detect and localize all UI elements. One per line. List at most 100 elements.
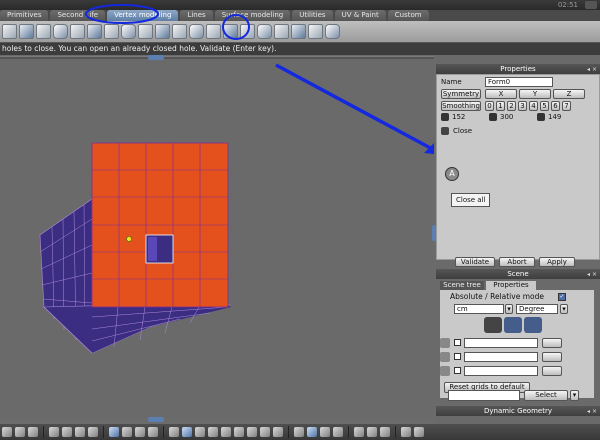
3d-viewport[interactable]: [0, 55, 437, 422]
zoom-extents-icon[interactable]: [49, 427, 59, 437]
axis-x-button[interactable]: X: [485, 89, 517, 99]
grid-view-icon[interactable]: [2, 427, 12, 437]
render-texture-icon[interactable]: [260, 427, 270, 437]
cube-tool-icon[interactable]: [2, 24, 17, 39]
smoothing-level-3[interactable]: 3: [518, 101, 527, 111]
close-hole-tool-icon[interactable]: [223, 24, 238, 39]
bend-tool-icon[interactable]: [274, 24, 289, 39]
smoothing-level-0[interactable]: 0: [485, 101, 494, 111]
select-dropdown-icon[interactable]: ▾: [570, 390, 579, 401]
group-icon[interactable]: [367, 427, 377, 437]
smoothing-level-5[interactable]: 5: [540, 101, 549, 111]
smoothing-level-1[interactable]: 1: [496, 101, 505, 111]
stitch-tool-icon[interactable]: [155, 24, 170, 39]
bevel-tool-icon[interactable]: [36, 24, 51, 39]
snap-face-icon[interactable]: [208, 427, 218, 437]
unit-dropdown-icon[interactable]: ▾: [505, 304, 513, 314]
render-flat-icon[interactable]: [221, 427, 231, 437]
axis-z-button[interactable]: Z: [553, 89, 585, 99]
align-tool-icon[interactable]: [257, 24, 272, 39]
axis-toggle-icon[interactable]: [524, 317, 542, 333]
slice-tool-icon[interactable]: [172, 24, 187, 39]
zoom-icon[interactable]: [75, 427, 85, 437]
grid-plane-2-field[interactable]: [464, 352, 538, 362]
grid-plane-3-button[interactable]: [542, 366, 562, 376]
grid-toggle-icon[interactable]: [484, 317, 502, 333]
edit-faces-icon[interactable]: [320, 427, 330, 437]
tab-utilities[interactable]: Utilities: [292, 10, 333, 21]
extrude-tool-icon[interactable]: [19, 24, 34, 39]
cut-tool-icon[interactable]: [87, 24, 102, 39]
light-icon[interactable]: [414, 427, 424, 437]
snap-vertex-icon[interactable]: [182, 427, 192, 437]
render-wire-icon[interactable]: [247, 427, 257, 437]
move-icon[interactable]: [122, 427, 132, 437]
edit-points-icon[interactable]: [294, 427, 304, 437]
edit-object-icon[interactable]: [333, 427, 343, 437]
select-button[interactable]: Select: [524, 390, 568, 401]
weld-tool-icon[interactable]: [104, 24, 119, 39]
tab-lines[interactable]: Lines: [180, 10, 213, 21]
angle-select[interactable]: Degree: [516, 304, 558, 314]
inset-tool-icon[interactable]: [53, 24, 68, 39]
unit-select[interactable]: cm: [454, 304, 504, 314]
smoothing-level-7[interactable]: 7: [562, 101, 571, 111]
snap-grid-icon[interactable]: [169, 427, 179, 437]
pan-icon[interactable]: [62, 427, 72, 437]
table-view-icon[interactable]: [28, 427, 38, 437]
bridge-tool-icon[interactable]: [121, 24, 136, 39]
tab-uv-paint[interactable]: UV & Paint: [334, 10, 386, 21]
tab-custom[interactable]: Custom: [387, 10, 429, 21]
remove-point-tool-icon[interactable]: [325, 24, 340, 39]
edit-edges-icon[interactable]: [307, 427, 317, 437]
scale-icon[interactable]: [135, 427, 145, 437]
grid-plane-1-button[interactable]: [542, 338, 562, 348]
grid-plane-1-checkbox[interactable]: [454, 339, 461, 346]
dynamic-geometry-controls[interactable]: ◂ ×: [587, 407, 597, 417]
render-smooth-icon[interactable]: [234, 427, 244, 437]
fill-tool-icon[interactable]: [138, 24, 153, 39]
tab-surface-modeling[interactable]: Surface modeling: [214, 10, 291, 21]
axis-y-button[interactable]: Y: [519, 89, 551, 99]
twist-tool-icon[interactable]: [291, 24, 306, 39]
smoothing-level-2[interactable]: 2: [507, 101, 516, 111]
smoothing-level-4[interactable]: 4: [529, 101, 538, 111]
select-mode-icon[interactable]: [109, 427, 119, 437]
snap-edge-icon[interactable]: [195, 427, 205, 437]
validate-button[interactable]: Validate: [455, 257, 495, 267]
rotate-view-icon[interactable]: [88, 427, 98, 437]
tab-second-life[interactable]: Second Life: [50, 10, 106, 21]
apply-button[interactable]: Apply: [539, 257, 575, 267]
tab-primitives[interactable]: Primitives: [0, 10, 49, 21]
smooth-tool-icon[interactable]: [189, 24, 204, 39]
mode-checkbox[interactable]: ✓: [558, 293, 566, 301]
grid-plane-1-field[interactable]: [464, 338, 538, 348]
grid-plane-3-field[interactable]: [464, 366, 538, 376]
material-icon[interactable]: [354, 427, 364, 437]
mirror-tool-icon[interactable]: [240, 24, 255, 39]
ungroup-icon[interactable]: [380, 427, 390, 437]
tab-vertex-modeling[interactable]: Vertex modeling: [107, 10, 179, 21]
layout-icon[interactable]: [15, 427, 25, 437]
rotate-icon[interactable]: [148, 427, 158, 437]
spin-tool-icon[interactable]: [206, 24, 221, 39]
split-tool-icon[interactable]: [70, 24, 85, 39]
scene-search-field[interactable]: [448, 390, 520, 401]
name-field[interactable]: Form0: [485, 77, 553, 87]
window-controls[interactable]: [585, 1, 597, 9]
smoothing-level-6[interactable]: 6: [551, 101, 560, 111]
vertex-marker[interactable]: [126, 236, 132, 242]
symmetry-button[interactable]: Symmetry: [441, 89, 481, 99]
tab-scene-properties[interactable]: Properties: [486, 281, 536, 290]
camera-icon[interactable]: [401, 427, 411, 437]
angle-dropdown-icon[interactable]: ▾: [560, 304, 568, 314]
grid-plane-3-checkbox[interactable]: [454, 367, 461, 374]
grid-plane-2-checkbox[interactable]: [454, 353, 461, 360]
smoothing-button[interactable]: Smoothing: [441, 101, 481, 111]
tab-scene-tree[interactable]: Scene tree: [440, 281, 484, 290]
grid-plane-2-button[interactable]: [542, 352, 562, 362]
close-all-button-icon[interactable]: A: [445, 167, 459, 181]
render-lights-icon[interactable]: [273, 427, 283, 437]
add-point-tool-icon[interactable]: [308, 24, 323, 39]
snap-toggle-icon[interactable]: [504, 317, 522, 333]
